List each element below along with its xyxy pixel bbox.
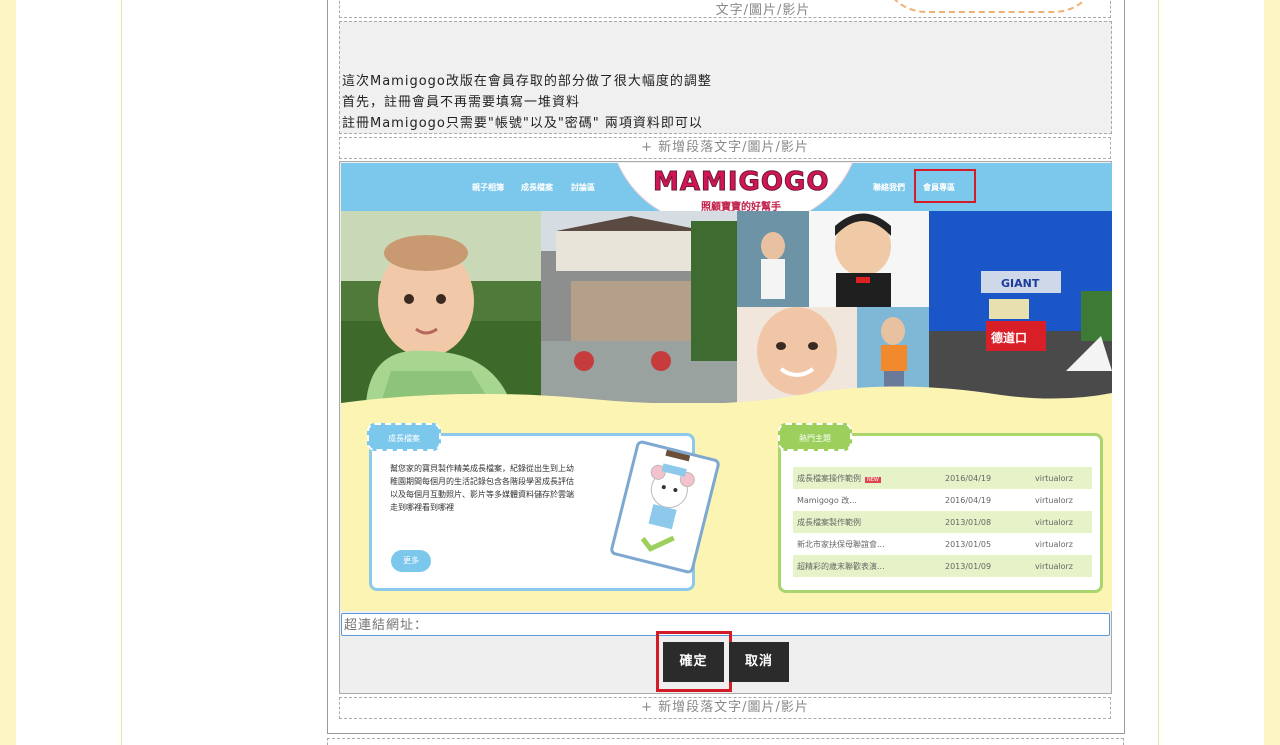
hot-topic-author: virtualorz [1035,495,1073,505]
photo-collage: GIANT 德道口 [341,211,1112,403]
hot-topic-author: virtualorz [1035,517,1073,527]
hot-topic-row: 成長檔案製作範例 2013/01/08 virtualorz [793,511,1092,533]
growth-file-card: 幫您家的寶貝製作精美成長檔案，紀錄從出生到上幼稚園期間每個月的生活記錄包含各階段… [369,433,721,591]
growth-card-description: 幫您家的寶貝製作精美成長檔案，紀錄從出生到上幼稚園期間每個月的生活記錄包含各階段… [390,464,574,512]
wave-divider [341,386,1112,429]
hot-topic-title: 超精彩的歲末聯歡表演... [793,555,941,577]
image-block[interactable]: 親子相簿 成長檔案 討論區 聯絡我們 會員專區 MAMIGOGO 照顧寶寶的好幫… [339,161,1112,694]
hot-topic-title: 成長檔案操作範例 NEW [793,467,941,489]
hot-topic-title-text: 新北市家扶保母聯誼會... [797,539,885,549]
add-paragraph-button-bottom[interactable]: + 新增段落文字/圖片/影片 [339,697,1111,719]
clipboard-bear-illustration [609,439,721,575]
hot-topic-title-text: 成長檔案操作範例 [797,473,861,483]
site-logo: MAMIGOGO [653,167,830,198]
hot-topic-row: 成長檔案操作範例 NEW 2016/04/19 virtualorz [793,467,1092,489]
add-block-label-top: 文字/圖片/影片 [715,3,811,18]
hot-topic-title: Mamigogo 改... [793,489,941,511]
website-screenshot-image: 親子相簿 成長檔案 討論區 聯絡我們 會員專區 MAMIGOGO 照顧寶寶的好幫… [341,163,1112,611]
hot-topic-author: virtualorz [1035,473,1073,483]
logo-arc-fragment [880,0,1100,13]
add-block-bar-top[interactable]: 文字/圖片/影片 [339,0,1111,18]
confirm-button[interactable]: 確定 [663,642,724,682]
hot-topic-title-text: Mamigogo 改... [797,495,857,505]
hot-topic-date: 2016/04/19 [945,473,992,483]
hot-topics-tag: 熱門主題 [778,423,852,451]
nav-item-forum: 討論區 [571,183,595,192]
hot-topic-date: 2013/01/08 [945,517,992,527]
nav-item-growth: 成長檔案 [521,183,553,192]
next-block-edge [327,738,1124,745]
paragraph-line-1: 這次Mamigogo改版在會員存取的部分做了很大幅度的調整 [342,74,712,89]
member-area-highlight [914,169,976,203]
hot-topic-row: 超精彩的歲末聯歡表演... 2013/01/09 virtualorz [793,555,1092,577]
text-paragraph-block[interactable]: 這次Mamigogo改版在會員存取的部分做了很大幅度的調整 首先，註冊會員不再需… [339,21,1112,134]
bear-icon [640,445,695,552]
add-paragraph-button[interactable]: + 新增段落文字/圖片/影片 [339,137,1111,159]
cancel-button[interactable]: 取消 [729,642,789,682]
hot-topic-date: 2016/04/19 [945,495,992,505]
nav-item-contact: 聯絡我們 [873,183,905,192]
growth-file-tag: 成長檔案 [367,423,441,451]
hot-topic-title-text: 成長檔案製作範例 [797,517,861,527]
nav-item-album: 親子相簿 [472,183,504,192]
photo-collage-art: GIANT 德道口 [341,211,1112,403]
left-divider [121,0,122,745]
hot-topic-title: 成長檔案製作範例 [793,511,941,533]
sign-shop-text: 德道口 [991,330,1027,345]
hot-topics-card: 成長檔案操作範例 NEW 2016/04/19 virtualorz Mamigogo … [778,433,1103,593]
more-button: 更多 [391,550,431,572]
hot-topic-row: Mamigogo 改... 2016/04/19 virtualorz [793,489,1092,511]
hot-topic-author: virtualorz [1035,561,1073,571]
hot-topic-date: 2013/01/05 [945,539,992,549]
hot-topic-title: 新北市家扶保母聯誼會... [793,533,941,555]
right-divider [1158,0,1159,745]
hot-topics-table: 成長檔案操作範例 NEW 2016/04/19 virtualorz Mamigogo … [793,467,1092,577]
hot-topic-date: 2013/01/09 [945,561,992,571]
paragraph-line-2: 首先，註冊會員不再需要填寫一堆資料 [342,95,581,110]
hot-topic-author: virtualorz [1035,539,1073,549]
hot-topic-row: 新北市家扶保母聯誼會... 2013/01/05 virtualorz [793,533,1092,555]
paragraph-line-3: 註冊Mamigogo只需要"帳號"以及"密碼" 兩項資料即可以 [342,116,703,131]
new-badge: NEW [865,476,881,483]
hot-topic-title-text: 超精彩的歲末聯歡表演... [797,561,885,571]
sign-giant-text: GIANT [1001,277,1040,290]
